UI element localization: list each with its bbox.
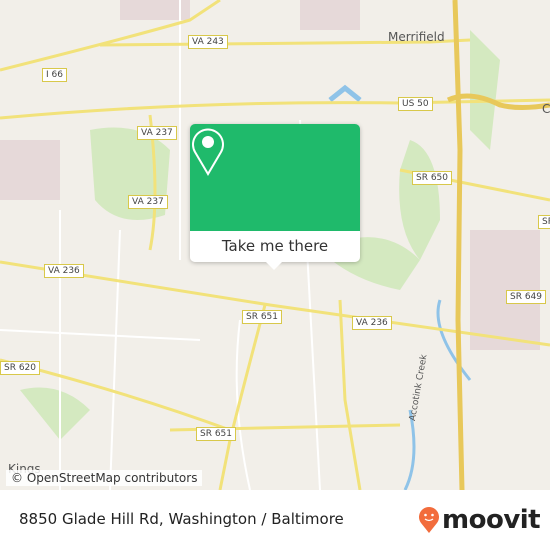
- road-shield: SR 649: [506, 290, 547, 304]
- moovit-pin-icon: [419, 507, 439, 533]
- road-shield: SR 651: [196, 427, 237, 441]
- map[interactable]: Merrifield C Kings I 66 VA 243 US 50 VA 237 VA…: [0, 0, 550, 490]
- road-shield: VA 237: [128, 195, 168, 209]
- road-shield: SR 650: [412, 171, 453, 185]
- address: 8850 Glade Hill Rd, Washington / Baltimo…: [19, 510, 344, 528]
- road-shield: I 66: [42, 68, 67, 82]
- take-me-there-popup[interactable]: Take me there: [190, 124, 360, 270]
- popup-tail: [266, 262, 282, 270]
- road-shield: SR: [538, 215, 550, 229]
- logo-text: moovit: [442, 505, 541, 535]
- road-shield: VA 243: [188, 35, 228, 49]
- take-me-there-button[interactable]: Take me there: [190, 231, 360, 262]
- place-label: Merrifield: [388, 30, 445, 44]
- attribution[interactable]: © OpenStreetMap contributors: [6, 470, 203, 486]
- map-pin-icon: [192, 128, 224, 176]
- place-label: C: [542, 102, 550, 116]
- moovit-logo[interactable]: moovit: [418, 505, 541, 535]
- footer: 8850 Glade Hill Rd, Washington / Baltimo…: [0, 490, 550, 550]
- road-shield: VA 236: [44, 264, 84, 278]
- road-shield: VA 237: [137, 126, 177, 140]
- road-shield: US 50: [398, 97, 433, 111]
- road-shield: SR 651: [242, 310, 283, 324]
- popup-header: [190, 124, 360, 231]
- road-shield: VA 236: [352, 316, 392, 330]
- road-shield: SR 620: [0, 361, 41, 375]
